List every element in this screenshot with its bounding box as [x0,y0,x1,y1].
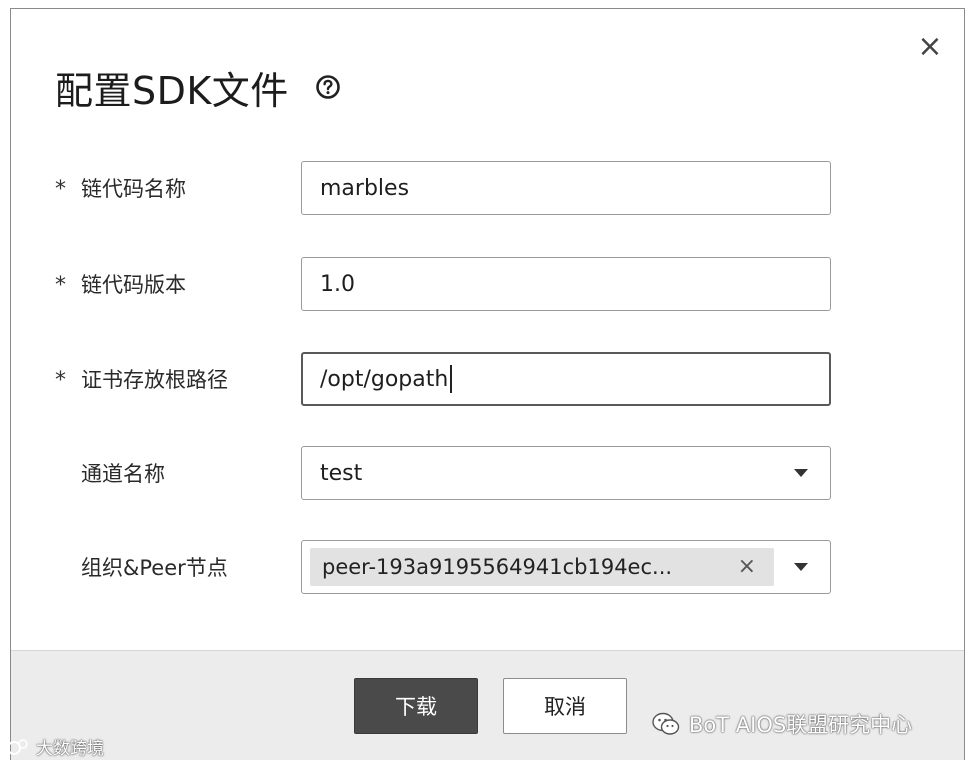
watermark-logo-icon [7,738,28,755]
cancel-button[interactable]: 取消 [503,678,627,734]
text-caret [450,365,453,393]
chevron-down-icon[interactable] [794,563,808,571]
channel-name-row: 通道名称 test [55,446,845,502]
question-circle-icon[interactable] [315,74,341,100]
chaincode-version-label: * 链代码版本 [55,257,186,313]
watermark-right: BoT AIOS联盟研究中心 [651,709,912,739]
cert-root-path-label: * 证书存放根路径 [55,352,228,408]
download-button[interactable]: 下载 [354,678,478,734]
chaincode-version-row: * 链代码版本 1.0 [55,257,845,313]
dialog-header: 配置SDK文件 [55,57,341,117]
chaincode-version-input[interactable]: 1.0 [301,257,831,311]
dialog-title: 配置SDK文件 [55,68,289,113]
chaincode-name-row: * 链代码名称 marbles [55,161,845,217]
selected-peer-tag: peer-193a9195564941cb194ec... × [310,548,774,586]
chaincode-name-input[interactable]: marbles [301,161,831,215]
required-mark: * [55,368,66,393]
required-mark: * [55,273,66,298]
remove-tag-icon[interactable]: × [738,548,756,586]
cert-root-path-input[interactable]: /opt/gopath [301,352,831,406]
chaincode-name-label: * 链代码名称 [55,161,186,217]
channel-name-select[interactable]: test [301,446,831,500]
org-peer-label: 组织&Peer节点 [81,556,228,580]
close-icon[interactable]: × [916,32,944,62]
configure-sdk-dialog: × 配置SDK文件 * 链代码名称 marbles * 链代码版本 1.0 * … [10,8,965,760]
required-mark: * [55,177,66,202]
dialog-footer: 下载 取消 BoT AIOS联盟研究中心 [11,650,964,760]
org-peer-row: 组织&Peer节点 peer-193a9195564941cb194ec... … [55,540,845,596]
org-peer-select[interactable]: peer-193a9195564941cb194ec... × [301,540,831,594]
watermark-left: 大数跨境 [6,734,104,759]
channel-name-label: 通道名称 [81,462,165,486]
chevron-down-icon[interactable] [794,469,808,477]
cert-root-path-row: * 证书存放根路径 /opt/gopath [55,352,845,408]
wechat-icon [651,711,681,737]
